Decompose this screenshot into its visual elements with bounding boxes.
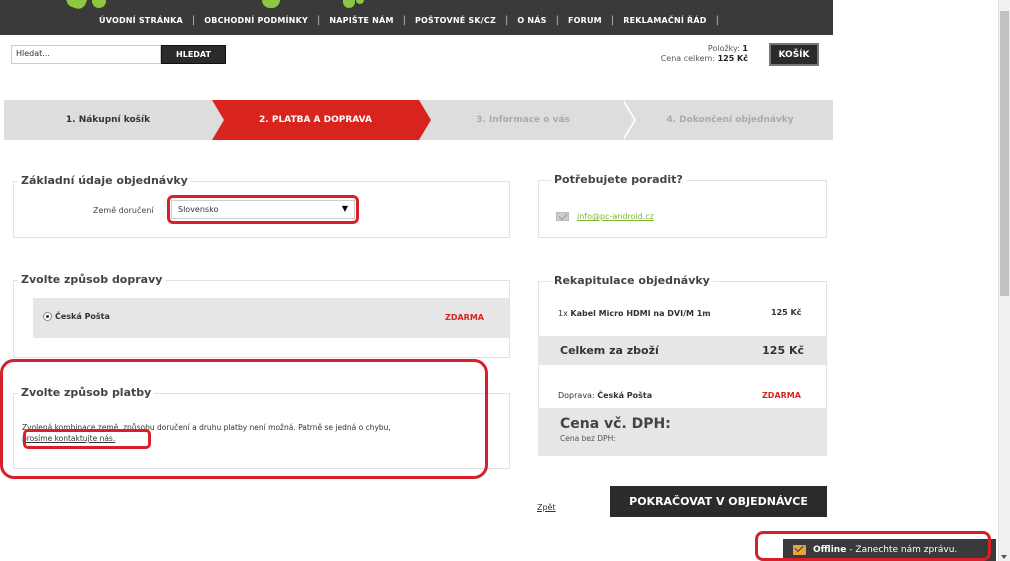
step-info: 3. Informace o vás [476, 115, 570, 125]
continue-order-button[interactable]: POKRAČOVAT V OBJEDNÁVCE [610, 486, 827, 517]
logo-leaf-decoration [343, 0, 355, 8]
cart-button[interactable]: KOŠÍK [769, 43, 819, 66]
annotation-circle [23, 429, 151, 449]
recap-item-price: 125 Kč [771, 308, 802, 317]
recap-item-name: Kabel Micro HDMI na DVI/M 1m [570, 309, 711, 318]
help-title: Potřebujete poradit? [551, 173, 686, 186]
shipping-option-price: ZDARMA [445, 313, 484, 322]
scroll-down-arrow-icon[interactable] [1001, 555, 1007, 559]
nav-separator: | [610, 14, 615, 26]
search-input[interactable]: Hledat... [11, 45, 161, 64]
recap-title: Rekapitulace objednávky [551, 274, 713, 287]
nav-separator: | [715, 14, 719, 26]
nav-link-contact[interactable]: NAPIŠTE NÁM [329, 16, 393, 25]
logo-leaf-decoration [92, 0, 106, 8]
shipping-option-name: Česká Pošta [55, 312, 110, 321]
logo-leaf-decoration [262, 0, 280, 8]
cart-items-line: Položky: 1 [661, 44, 748, 54]
cart-items-label: Položky: [707, 44, 740, 53]
shipping-radio[interactable] [43, 312, 52, 321]
back-link[interactable]: Zpět [537, 503, 556, 512]
cart-total-value: 125 Kč [717, 54, 748, 63]
nav-separator: | [316, 14, 321, 26]
nav-separator: | [191, 14, 196, 26]
step-finish: 4. Dokončení objednávky [666, 115, 794, 125]
nav-link-terms[interactable]: OBCHODNÍ PODMÍNKY [204, 16, 308, 25]
scrollbar[interactable] [998, 0, 1010, 561]
nav-separator: | [555, 14, 559, 26]
logo-leaf-decoration [64, 0, 88, 11]
cart-total-line: Cena celkem: 125 Kč [661, 54, 748, 64]
top-navigation: ÚVODNÍ STRÁNKA | OBCHODNÍ PODMÍNKY | NAP… [0, 0, 833, 35]
nav-link-postage[interactable]: POŠTOVNÉ SK/CZ [415, 16, 496, 25]
recap-vat-sub: Cena bez DPH: [560, 434, 616, 443]
cart-total-label: Cena celkem: [660, 54, 716, 63]
mail-icon [556, 212, 569, 221]
recap-item-qty: 1x [558, 309, 568, 318]
recap-vat-title: Cena vč. DPH: [560, 416, 671, 432]
annotation-circle [0, 359, 488, 479]
recap-total-label: Celkem za zboží [560, 344, 659, 357]
shipping-title: Zvolte způsob dopravy [18, 273, 166, 286]
help-box: Potřebujete poradit? [538, 173, 827, 238]
nav-link-about[interactable]: O NÁS [517, 16, 546, 25]
recap-total-row: Celkem za zboží 125 Kč [538, 336, 826, 365]
annotation-circle [755, 531, 991, 561]
help-email-link[interactable]: info@pc-android.cz [577, 212, 654, 221]
nav-link-forum[interactable]: FORUM [568, 16, 602, 25]
recap-vat-row: Cena vč. DPH: Cena bez DPH: [538, 408, 826, 455]
step-cart[interactable]: 1. Nákupní košík [4, 100, 212, 140]
nav-links: ÚVODNÍ STRÁNKA | OBCHODNÍ PODMÍNKY | NAP… [99, 10, 728, 30]
annotation-circle [167, 195, 359, 224]
recap-total-value: 125 Kč [762, 344, 804, 357]
recap-item: 1x Kabel Micro HDMI na DVI/M 1m [558, 308, 728, 319]
nav-link-home[interactable]: ÚVODNÍ STRÁNKA [99, 16, 183, 25]
country-label: Země doručení [93, 206, 154, 215]
nav-link-complaints[interactable]: REKLAMAČNÍ ŘÁD [623, 16, 706, 25]
cart-summary: Položky: 1 Cena celkem: 125 Kč [661, 44, 748, 64]
search-button[interactable]: HLEDAT [161, 45, 226, 64]
scrollbar-thumb[interactable] [1000, 11, 1009, 296]
cart-items-count: 1 [742, 44, 748, 53]
checkout-steps: 1. Nákupní košík 2. PLATBA A DOPRAVA 3. … [4, 100, 833, 140]
logo-leaf-decoration [356, 0, 364, 4]
nav-separator: | [504, 14, 509, 26]
recap-shipping: Doprava: Česká Pošta [558, 391, 652, 400]
recap-shipping-label: Doprava: [558, 391, 595, 400]
recap-shipping-name: Česká Pošta [597, 391, 653, 400]
recap-shipping-price: ZDARMA [762, 391, 801, 400]
order-basics-title: Základní údaje objednávky [18, 174, 191, 187]
nav-separator: | [402, 14, 406, 26]
shipping-option[interactable]: Česká Pošta ZDARMA [33, 298, 509, 338]
step-payment-shipping[interactable]: 2. PLATBA A DOPRAVA [212, 100, 431, 140]
